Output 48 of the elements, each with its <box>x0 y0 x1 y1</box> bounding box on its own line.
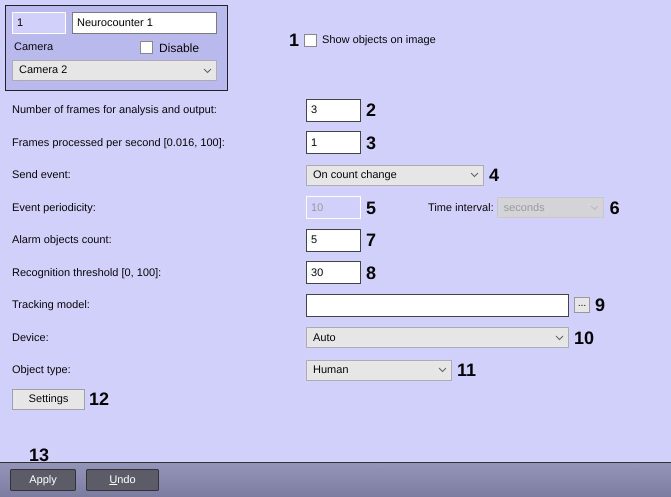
callout-number: 8 <box>366 264 376 282</box>
field-label: Event periodicity: <box>11 200 97 216</box>
field-label: Time interval: <box>428 200 494 216</box>
chevron-down-icon <box>438 367 447 374</box>
checkbox[interactable] <box>140 41 153 54</box>
chevron-down-icon <box>555 334 564 341</box>
chevron-down-icon <box>590 204 599 211</box>
number-field[interactable]: 3 <box>306 98 361 122</box>
callout-number: 12 <box>89 390 110 408</box>
camera-label: Camera <box>13 40 54 56</box>
callout-number: 10 <box>574 328 594 347</box>
callout-number: 13 <box>29 446 50 464</box>
callout-number: 1 <box>289 31 300 49</box>
field-label: Object type: <box>11 363 72 378</box>
field-label: Tracking model: <box>11 298 91 313</box>
field-label: Recognition threshold [0, 100]: <box>11 266 162 280</box>
chevron-down-icon <box>203 68 212 74</box>
settings-button[interactable]: Settings <box>12 388 85 410</box>
browse-button[interactable]: ... <box>574 297 590 314</box>
callout-number: 5 <box>366 198 376 217</box>
callout-number: 4 <box>489 166 500 184</box>
field-label: Frames processed per second [0.016, 100]: <box>11 136 226 150</box>
callout-number: 2 <box>366 101 376 120</box>
show-objects-checkbox[interactable]: Show objects on image <box>304 32 436 48</box>
callout-number: 11 <box>457 361 476 380</box>
text-field[interactable] <box>306 294 569 317</box>
callout-number: 9 <box>595 296 606 314</box>
chevron-down-icon <box>470 172 479 178</box>
name-field[interactable]: Neurocounter 1 <box>72 12 217 34</box>
field-label: Send event: <box>11 168 72 183</box>
checkbox[interactable] <box>304 34 318 46</box>
dropdown[interactable]: Human <box>306 360 452 381</box>
field-label: Number of frames for analysis and output: <box>11 103 218 118</box>
id-field[interactable]: 1 <box>12 12 66 34</box>
dropdown[interactable]: On count change <box>306 164 484 186</box>
undo-button[interactable]: Undo <box>86 469 159 491</box>
field-label: Alarm objects count: <box>11 233 113 248</box>
callout-number: 6 <box>610 198 620 217</box>
number-field[interactable]: 5 <box>306 228 361 252</box>
number-field[interactable]: 1 <box>306 131 361 154</box>
apply-button[interactable]: Apply <box>10 469 76 491</box>
callout-number: 7 <box>366 231 376 250</box>
dropdown[interactable]: Camera 2 <box>12 60 217 81</box>
number-field[interactable]: 30 <box>306 261 361 284</box>
callout-number: 3 <box>366 134 376 152</box>
disable-checkbox[interactable]: Disable <box>140 38 200 56</box>
field-label: Device: <box>11 330 50 346</box>
dropdown[interactable]: Auto <box>306 327 569 348</box>
